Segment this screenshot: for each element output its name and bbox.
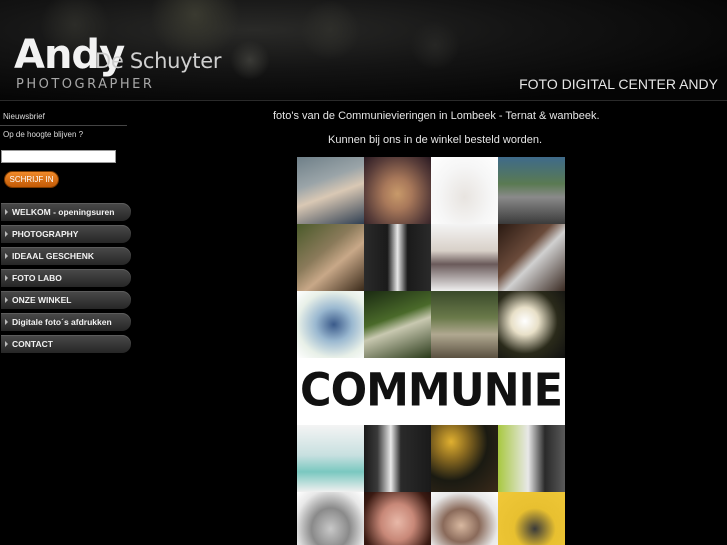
- photo-thumbnail: [431, 291, 498, 358]
- menu-item-label: WELKOM - openingsuren: [12, 207, 115, 217]
- arrow-right-icon: [5, 253, 8, 259]
- arrow-right-icon: [5, 209, 8, 215]
- newsletter-title: Nieuwsbrief: [3, 112, 45, 121]
- poster-banner: COMMUNIE: [297, 358, 565, 425]
- menu-item-photography[interactable]: PHOTOGRAPHY: [1, 225, 131, 243]
- bokeh-light: [300, 0, 360, 60]
- arrow-right-icon: [5, 231, 8, 237]
- logo-last-name: De Schuyter: [95, 49, 222, 73]
- photo-thumbnail: [364, 157, 431, 224]
- order-text: Kunnen bij ons in de winkel besteld word…: [328, 134, 543, 146]
- photo-thumbnail: [297, 224, 364, 291]
- photo-thumbnail: [498, 157, 565, 224]
- arrow-right-icon: [5, 297, 8, 303]
- communion-collage-image: COMMUNIE: [297, 157, 565, 545]
- menu-item-label: FOTO LABO: [12, 273, 62, 283]
- photo-thumbnail: [498, 291, 565, 358]
- photo-thumbnail: [431, 492, 498, 545]
- photo-thumbnail: [297, 291, 364, 358]
- header: Andy De Schuyter PHOTOGRAPHER FOTO DIGIT…: [0, 0, 727, 101]
- photo-thumbnail: [431, 425, 498, 492]
- bokeh-light: [410, 20, 460, 70]
- menu-item-contact[interactable]: CONTACT: [1, 335, 131, 353]
- photo-thumbnail: [431, 157, 498, 224]
- divider: [0, 125, 127, 126]
- menu-item-label: CONTACT: [12, 339, 53, 349]
- photo-thumbnail: [498, 425, 565, 492]
- photo-thumbnail: [364, 425, 431, 492]
- newsletter-email-input[interactable]: [1, 150, 116, 163]
- photo-thumbnail: [297, 492, 364, 545]
- menu-item-label: ONZE WINKEL: [12, 295, 72, 305]
- photo-thumbnail: [297, 425, 364, 492]
- menu-item-label: Digitale foto´s afdrukken: [12, 317, 112, 327]
- photo-thumbnail: [364, 224, 431, 291]
- newsletter-subtitle: Op de hoogte blijven ?: [3, 130, 84, 139]
- photo-thumbnail: [297, 157, 364, 224]
- subscribe-button[interactable]: SCHRIJF IN: [4, 171, 59, 188]
- logo-subtitle: PHOTOGRAPHER: [16, 77, 155, 92]
- poster-title: COMMUNIE: [300, 364, 563, 418]
- photo-thumbnail: [431, 224, 498, 291]
- photo-thumbnail: [498, 492, 565, 545]
- photo-thumbnail: [498, 224, 565, 291]
- menu-item-label: PHOTOGRAPHY: [12, 229, 79, 239]
- menu-item-label: IDEAAL GESCHENK: [12, 251, 95, 261]
- menu-item-foto-labo[interactable]: FOTO LABO: [1, 269, 131, 287]
- menu-item-digitale-fotos[interactable]: Digitale foto´s afdrukken: [1, 313, 131, 331]
- arrow-right-icon: [5, 341, 8, 347]
- intro-text: foto's van de Communievieringen in Lombe…: [273, 110, 600, 122]
- arrow-right-icon: [5, 275, 8, 281]
- site-title: FOTO DIGITAL CENTER ANDY: [519, 76, 718, 92]
- menu-item-ideaal-geschenk[interactable]: IDEAAL GESCHENK: [1, 247, 131, 265]
- menu-item-welkom[interactable]: WELKOM - openingsuren: [1, 203, 131, 221]
- arrow-right-icon: [5, 319, 8, 325]
- bokeh-light: [230, 40, 270, 80]
- menu-item-onze-winkel[interactable]: ONZE WINKEL: [1, 291, 131, 309]
- photo-thumbnail: [364, 291, 431, 358]
- photo-thumbnail: [364, 492, 431, 545]
- main-menu: WELKOM - openingsuren PHOTOGRAPHY IDEAAL…: [1, 203, 131, 357]
